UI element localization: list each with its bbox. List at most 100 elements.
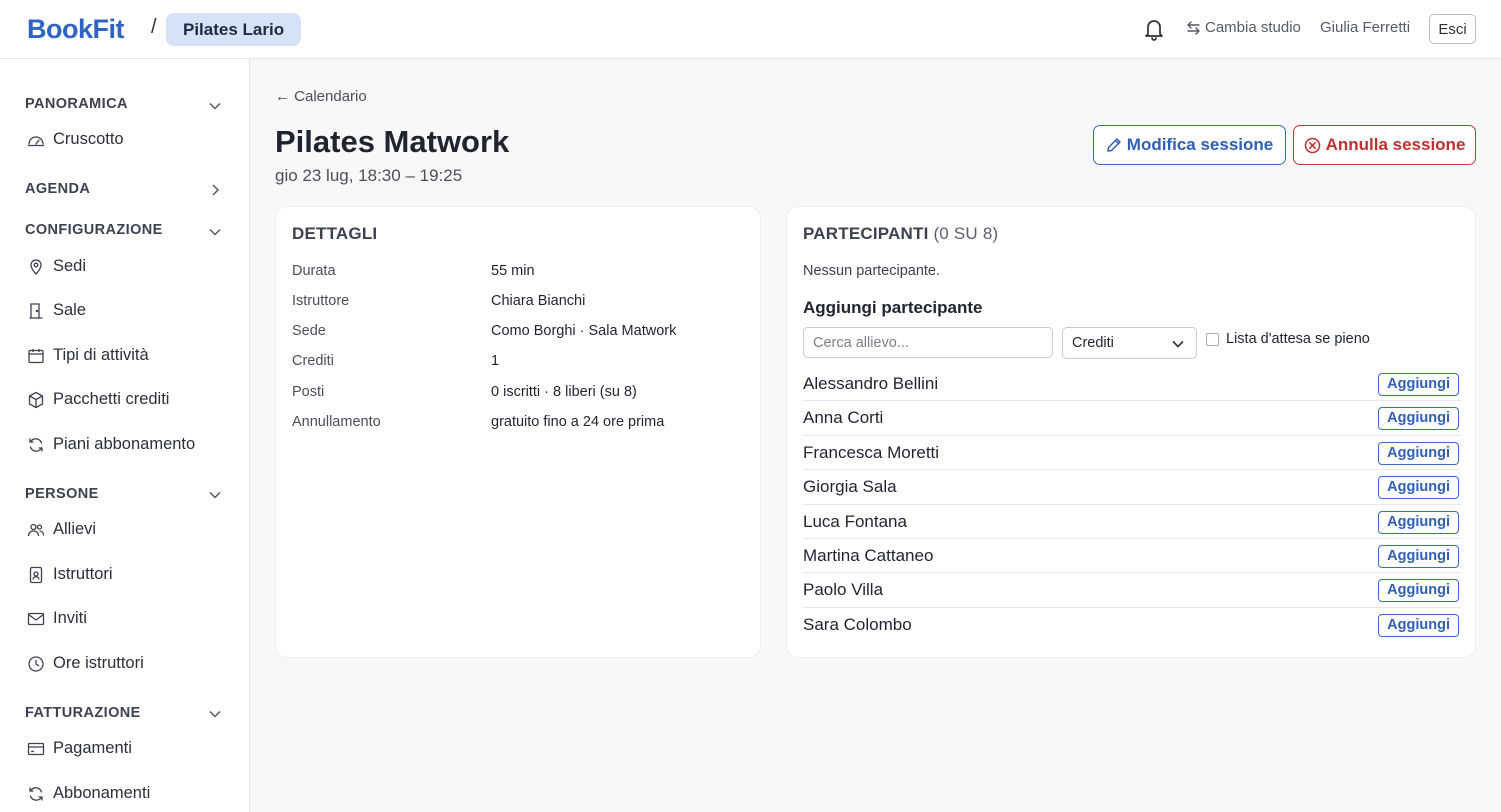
detail-value: Chiara Bianchi: [491, 293, 586, 309]
student-name: Alessandro Bellini: [803, 374, 939, 393]
waitlist-checkbox[interactable]: Lista d'attesa se pieno: [1206, 331, 1370, 347]
detail-value: Como Borghi · Sala Matwork: [491, 323, 677, 339]
add-student-button[interactable]: Aggiungi: [1378, 476, 1459, 500]
sidebar-item-pacchetti-crediti[interactable]: Pacchetti crediti: [27, 390, 169, 409]
detail-value: gratuito fino a 24 ore prima: [491, 414, 665, 430]
list-item: Giorgia Sala Aggiungi: [803, 470, 1461, 505]
student-name: Sara Colombo: [803, 614, 912, 634]
detail-label: Crediti: [292, 353, 334, 369]
chevron-down-icon[interactable]: [208, 225, 222, 239]
list-item: Anna Corti Aggiungi: [803, 401, 1461, 436]
add-student-button[interactable]: Aggiungi: [1378, 544, 1459, 568]
sidebar-item-label: Cruscotto: [53, 130, 124, 148]
chevron-right-icon[interactable]: [208, 183, 222, 197]
pencil-icon: [1107, 138, 1121, 152]
map-pin-icon: [30, 258, 42, 275]
sidebar-item-label: Istruttori: [53, 565, 113, 583]
sidebar-item-pagamenti[interactable]: Pagamenti: [27, 739, 132, 758]
clock-icon: [28, 655, 44, 672]
sidebar-item-label: Sedi: [53, 257, 87, 275]
cancel-session-label: Annulla sessione: [1325, 135, 1466, 154]
sidebar-item-sale[interactable]: Sale: [27, 301, 86, 320]
detail-label: Posti: [292, 384, 325, 400]
add-student-button[interactable]: Aggiungi: [1378, 579, 1459, 603]
sidebar-item-piani-abbonamento[interactable]: Piani abbonamento: [27, 435, 195, 454]
bell-icon[interactable]: [1142, 16, 1166, 42]
details-card: DETTAGLI Durata 55 min Istruttore Chiara…: [275, 206, 761, 658]
sidebar-item-tipi-attivita[interactable]: Tipi di attività: [27, 346, 149, 365]
detail-label: Sede: [292, 323, 326, 339]
gauge-icon: [27, 135, 45, 146]
student-name: Paolo Villa: [803, 580, 884, 600]
list-item: Sara Colombo Aggiungi: [803, 608, 1461, 642]
sidebar-item-label: Sale: [53, 301, 87, 319]
sidebar-item-allievi[interactable]: Allievi: [27, 520, 96, 539]
sidebar-item-label: Pacchetti crediti: [53, 390, 170, 408]
sidebar: PANORAMICA Cruscotto AGENDA CONFIGURAZIO…: [0, 59, 250, 812]
chevron-down-icon[interactable]: [208, 99, 222, 113]
sidebar-item-cruscotto[interactable]: Cruscotto: [27, 130, 124, 149]
sidebar-item-label: Allievi: [53, 520, 97, 538]
cancel-session-button[interactable]: Annulla sessione: [1293, 125, 1476, 165]
door-icon: [29, 302, 43, 319]
waitlist-label: Lista d'attesa se pieno: [1226, 331, 1370, 347]
sidebar-item-inviti[interactable]: Inviti: [27, 609, 87, 628]
checkbox-box[interactable]: [1206, 332, 1219, 346]
list-item: Paolo Villa Aggiungi: [803, 573, 1461, 608]
edit-session-label: Modifica sessione: [1126, 135, 1274, 154]
sidebar-item-label: Pagamenti: [53, 739, 132, 757]
list-item: Alessandro Bellini Aggiungi: [803, 367, 1461, 402]
empty-participants-text: Nessun partecipante.: [803, 263, 941, 279]
sidebar-item-ore-istruttori[interactable]: Ore istruttori: [27, 654, 144, 673]
studio-pill[interactable]: Pilates Lario: [166, 13, 302, 46]
swap-arrows-icon: [1187, 20, 1200, 35]
participants-title: PARTECIPANTI (0 SU 8): [803, 224, 998, 244]
users-icon: [27, 523, 45, 536]
section-panoramica[interactable]: PANORAMICA: [25, 96, 128, 112]
list-item: Francesca Moretti Aggiungi: [803, 436, 1461, 471]
section-configurazione[interactable]: CONFIGURAZIONE: [25, 222, 163, 238]
switch-studio-button[interactable]: Cambia studio: [1186, 19, 1301, 36]
add-student-button[interactable]: Aggiungi: [1378, 373, 1459, 396]
sidebar-item-label: Inviti: [53, 609, 87, 627]
student-list: Alessandro Bellini Aggiungi Anna Corti Aggi…: [803, 367, 1461, 642]
payment-type-value: Crediti: [1072, 335, 1114, 351]
payment-type-select[interactable]: Crediti: [1062, 327, 1197, 359]
detail-label: Annullamento: [292, 414, 381, 430]
section-fatturazione[interactable]: FATTURAZIONE: [25, 705, 141, 721]
student-search-input[interactable]: [803, 327, 1053, 358]
sidebar-item-istruttori[interactable]: Istruttori: [27, 565, 113, 584]
detail-value: 1: [491, 353, 500, 369]
calendar-icon: [28, 348, 44, 363]
user-name[interactable]: Giulia Ferretti: [1320, 19, 1410, 36]
section-agenda[interactable]: AGENDA: [25, 181, 90, 197]
page-title: Pilates Matwork: [275, 124, 510, 159]
back-to-calendar-link[interactable]: ← Calendario: [275, 88, 367, 105]
detail-value: 0 iscritti · 8 liberi (su 8): [491, 384, 637, 400]
sidebar-item-abbonamenti[interactable]: Abbonamenti: [27, 784, 150, 803]
chevron-down-icon[interactable]: [208, 488, 222, 502]
top-bar: BookFit / Pilates Lario Cambia studio Gi…: [0, 0, 1501, 59]
sidebar-item-sedi[interactable]: Sedi: [27, 257, 86, 276]
detail-label: Istruttore: [292, 293, 350, 309]
add-participant-heading: Aggiungi partecipante: [803, 298, 983, 317]
add-student-button[interactable]: Aggiungi: [1378, 510, 1459, 534]
details-title: DETTAGLI: [292, 224, 378, 243]
add-student-button[interactable]: Aggiungi: [1378, 407, 1459, 431]
detail-label: Durata: [292, 263, 336, 279]
edit-session-button[interactable]: Modifica sessione: [1093, 125, 1286, 165]
add-student-button[interactable]: Aggiungi: [1378, 441, 1459, 465]
brand-logo[interactable]: BookFit: [27, 14, 125, 45]
sidebar-item-label: Abbonamenti: [53, 784, 151, 802]
student-name: Martina Cattaneo: [803, 545, 934, 565]
switch-studio-label: Cambia studio: [1205, 19, 1301, 36]
participants-heading: PARTECIPANTI: [803, 224, 929, 243]
add-student-button[interactable]: Aggiungi: [1378, 613, 1459, 637]
section-persone[interactable]: PERSONE: [25, 486, 99, 502]
logout-button[interactable]: Esci: [1429, 14, 1476, 44]
chevron-down-icon[interactable]: [208, 707, 222, 721]
id-badge-icon: [29, 566, 43, 583]
sidebar-item-label: Tipi di attività: [53, 346, 149, 364]
session-datetime: gio 23 lug, 18:30 – 19:25: [275, 166, 463, 185]
refresh-icon: [29, 786, 43, 801]
